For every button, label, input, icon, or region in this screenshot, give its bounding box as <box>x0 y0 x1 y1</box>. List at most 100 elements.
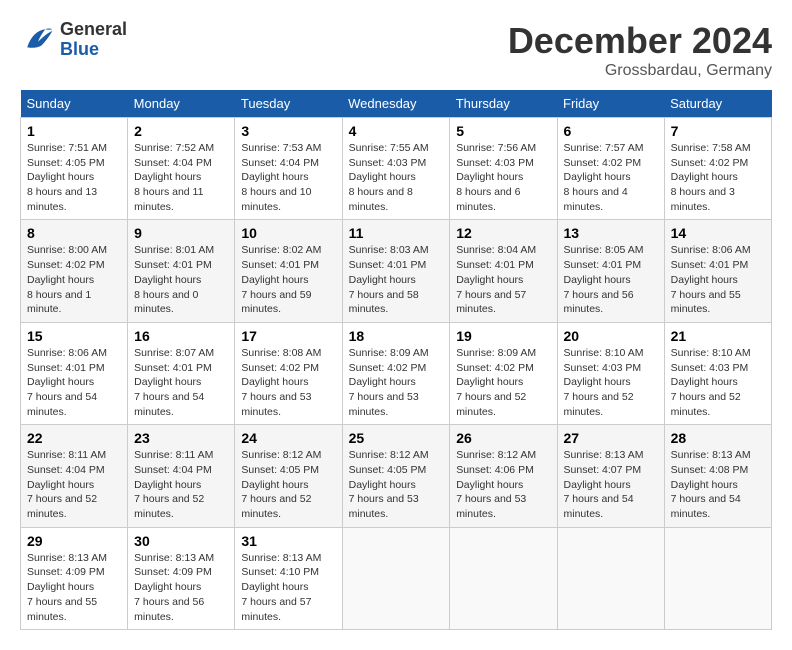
day-cell: 24 Sunrise: 8:12 AM Sunset: 4:05 PM Dayl… <box>235 425 342 527</box>
day-cell: 2 Sunrise: 7:52 AM Sunset: 4:04 PM Dayli… <box>128 118 235 220</box>
day-cell: 8 Sunrise: 8:00 AM Sunset: 4:02 PM Dayli… <box>21 220 128 322</box>
day-number: 15 <box>27 328 121 344</box>
calendar-week-row: 22 Sunrise: 8:11 AM Sunset: 4:04 PM Dayl… <box>21 425 772 527</box>
calendar-week-row: 1 Sunrise: 7:51 AM Sunset: 4:05 PM Dayli… <box>21 118 772 220</box>
day-info: Sunrise: 8:02 AM Sunset: 4:01 PM Dayligh… <box>241 243 335 316</box>
day-number: 25 <box>349 430 444 446</box>
day-number: 13 <box>564 225 658 241</box>
day-number: 18 <box>349 328 444 344</box>
day-number: 17 <box>241 328 335 344</box>
day-cell: 3 Sunrise: 7:53 AM Sunset: 4:04 PM Dayli… <box>235 118 342 220</box>
day-info: Sunrise: 7:51 AM Sunset: 4:05 PM Dayligh… <box>27 141 121 214</box>
day-info: Sunrise: 8:09 AM Sunset: 4:02 PM Dayligh… <box>349 346 444 419</box>
day-number: 30 <box>134 533 228 549</box>
day-info: Sunrise: 8:12 AM Sunset: 4:06 PM Dayligh… <box>456 448 550 521</box>
day-cell: 27 Sunrise: 8:13 AM Sunset: 4:07 PM Dayl… <box>557 425 664 527</box>
col-friday: Friday <box>557 90 664 118</box>
day-info: Sunrise: 8:13 AM Sunset: 4:07 PM Dayligh… <box>564 448 658 521</box>
day-info: Sunrise: 7:58 AM Sunset: 4:02 PM Dayligh… <box>671 141 765 214</box>
empty-cell <box>664 527 771 629</box>
day-cell: 17 Sunrise: 8:08 AM Sunset: 4:02 PM Dayl… <box>235 322 342 424</box>
day-cell: 16 Sunrise: 8:07 AM Sunset: 4:01 PM Dayl… <box>128 322 235 424</box>
day-info: Sunrise: 8:08 AM Sunset: 4:02 PM Dayligh… <box>241 346 335 419</box>
day-info: Sunrise: 7:57 AM Sunset: 4:02 PM Dayligh… <box>564 141 658 214</box>
day-cell: 18 Sunrise: 8:09 AM Sunset: 4:02 PM Dayl… <box>342 322 450 424</box>
day-info: Sunrise: 7:52 AM Sunset: 4:04 PM Dayligh… <box>134 141 228 214</box>
day-info: Sunrise: 8:09 AM Sunset: 4:02 PM Dayligh… <box>456 346 550 419</box>
day-number: 20 <box>564 328 658 344</box>
day-info: Sunrise: 8:04 AM Sunset: 4:01 PM Dayligh… <box>456 243 550 316</box>
day-info: Sunrise: 8:07 AM Sunset: 4:01 PM Dayligh… <box>134 346 228 419</box>
day-cell: 31 Sunrise: 8:13 AM Sunset: 4:10 PM Dayl… <box>235 527 342 629</box>
day-cell: 4 Sunrise: 7:55 AM Sunset: 4:03 PM Dayli… <box>342 118 450 220</box>
day-cell: 20 Sunrise: 8:10 AM Sunset: 4:03 PM Dayl… <box>557 322 664 424</box>
day-number: 14 <box>671 225 765 241</box>
day-info: Sunrise: 8:13 AM Sunset: 4:09 PM Dayligh… <box>134 551 228 624</box>
col-sunday: Sunday <box>21 90 128 118</box>
calendar-table: Sunday Monday Tuesday Wednesday Thursday… <box>20 90 772 630</box>
day-number: 28 <box>671 430 765 446</box>
day-cell: 15 Sunrise: 8:06 AM Sunset: 4:01 PM Dayl… <box>21 322 128 424</box>
day-number: 11 <box>349 225 444 241</box>
day-cell: 5 Sunrise: 7:56 AM Sunset: 4:03 PM Dayli… <box>450 118 557 220</box>
empty-cell <box>557 527 664 629</box>
day-number: 24 <box>241 430 335 446</box>
day-cell: 9 Sunrise: 8:01 AM Sunset: 4:01 PM Dayli… <box>128 220 235 322</box>
day-info: Sunrise: 8:03 AM Sunset: 4:01 PM Dayligh… <box>349 243 444 316</box>
logo-icon <box>20 22 56 58</box>
day-number: 27 <box>564 430 658 446</box>
day-info: Sunrise: 8:12 AM Sunset: 4:05 PM Dayligh… <box>349 448 444 521</box>
day-cell: 21 Sunrise: 8:10 AM Sunset: 4:03 PM Dayl… <box>664 322 771 424</box>
day-number: 10 <box>241 225 335 241</box>
day-number: 4 <box>349 123 444 139</box>
day-info: Sunrise: 8:00 AM Sunset: 4:02 PM Dayligh… <box>27 243 121 316</box>
day-info: Sunrise: 7:55 AM Sunset: 4:03 PM Dayligh… <box>349 141 444 214</box>
day-info: Sunrise: 8:06 AM Sunset: 4:01 PM Dayligh… <box>27 346 121 419</box>
day-info: Sunrise: 8:01 AM Sunset: 4:01 PM Dayligh… <box>134 243 228 316</box>
day-cell: 13 Sunrise: 8:05 AM Sunset: 4:01 PM Dayl… <box>557 220 664 322</box>
calendar-week-row: 15 Sunrise: 8:06 AM Sunset: 4:01 PM Dayl… <box>21 322 772 424</box>
day-number: 6 <box>564 123 658 139</box>
logo: General Blue <box>20 20 127 60</box>
col-tuesday: Tuesday <box>235 90 342 118</box>
day-number: 22 <box>27 430 121 446</box>
day-cell: 12 Sunrise: 8:04 AM Sunset: 4:01 PM Dayl… <box>450 220 557 322</box>
day-info: Sunrise: 8:11 AM Sunset: 4:04 PM Dayligh… <box>27 448 121 521</box>
day-cell: 1 Sunrise: 7:51 AM Sunset: 4:05 PM Dayli… <box>21 118 128 220</box>
day-info: Sunrise: 8:11 AM Sunset: 4:04 PM Dayligh… <box>134 448 228 521</box>
day-cell: 10 Sunrise: 8:02 AM Sunset: 4:01 PM Dayl… <box>235 220 342 322</box>
location: Grossbardau, Germany <box>508 62 772 80</box>
day-number: 12 <box>456 225 550 241</box>
header-row: Sunday Monday Tuesday Wednesday Thursday… <box>21 90 772 118</box>
page-header: General Blue December 2024 Grossbardau, … <box>20 20 772 80</box>
day-cell: 28 Sunrise: 8:13 AM Sunset: 4:08 PM Dayl… <box>664 425 771 527</box>
day-number: 3 <box>241 123 335 139</box>
day-info: Sunrise: 8:13 AM Sunset: 4:08 PM Dayligh… <box>671 448 765 521</box>
day-cell: 25 Sunrise: 8:12 AM Sunset: 4:05 PM Dayl… <box>342 425 450 527</box>
day-cell: 26 Sunrise: 8:12 AM Sunset: 4:06 PM Dayl… <box>450 425 557 527</box>
col-thursday: Thursday <box>450 90 557 118</box>
day-number: 19 <box>456 328 550 344</box>
calendar-week-row: 29 Sunrise: 8:13 AM Sunset: 4:09 PM Dayl… <box>21 527 772 629</box>
day-number: 5 <box>456 123 550 139</box>
month-title: December 2024 <box>508 20 772 62</box>
day-cell: 11 Sunrise: 8:03 AM Sunset: 4:01 PM Dayl… <box>342 220 450 322</box>
day-info: Sunrise: 7:56 AM Sunset: 4:03 PM Dayligh… <box>456 141 550 214</box>
day-info: Sunrise: 8:12 AM Sunset: 4:05 PM Dayligh… <box>241 448 335 521</box>
day-info: Sunrise: 8:10 AM Sunset: 4:03 PM Dayligh… <box>564 346 658 419</box>
day-info: Sunrise: 8:06 AM Sunset: 4:01 PM Dayligh… <box>671 243 765 316</box>
logo-text: General Blue <box>60 20 127 60</box>
day-number: 8 <box>27 225 121 241</box>
day-number: 7 <box>671 123 765 139</box>
day-cell: 23 Sunrise: 8:11 AM Sunset: 4:04 PM Dayl… <box>128 425 235 527</box>
day-number: 29 <box>27 533 121 549</box>
day-cell: 30 Sunrise: 8:13 AM Sunset: 4:09 PM Dayl… <box>128 527 235 629</box>
day-cell: 7 Sunrise: 7:58 AM Sunset: 4:02 PM Dayli… <box>664 118 771 220</box>
day-number: 2 <box>134 123 228 139</box>
day-info: Sunrise: 8:13 AM Sunset: 4:10 PM Dayligh… <box>241 551 335 624</box>
day-cell: 6 Sunrise: 7:57 AM Sunset: 4:02 PM Dayli… <box>557 118 664 220</box>
col-monday: Monday <box>128 90 235 118</box>
day-number: 31 <box>241 533 335 549</box>
day-cell: 19 Sunrise: 8:09 AM Sunset: 4:02 PM Dayl… <box>450 322 557 424</box>
day-cell: 14 Sunrise: 8:06 AM Sunset: 4:01 PM Dayl… <box>664 220 771 322</box>
